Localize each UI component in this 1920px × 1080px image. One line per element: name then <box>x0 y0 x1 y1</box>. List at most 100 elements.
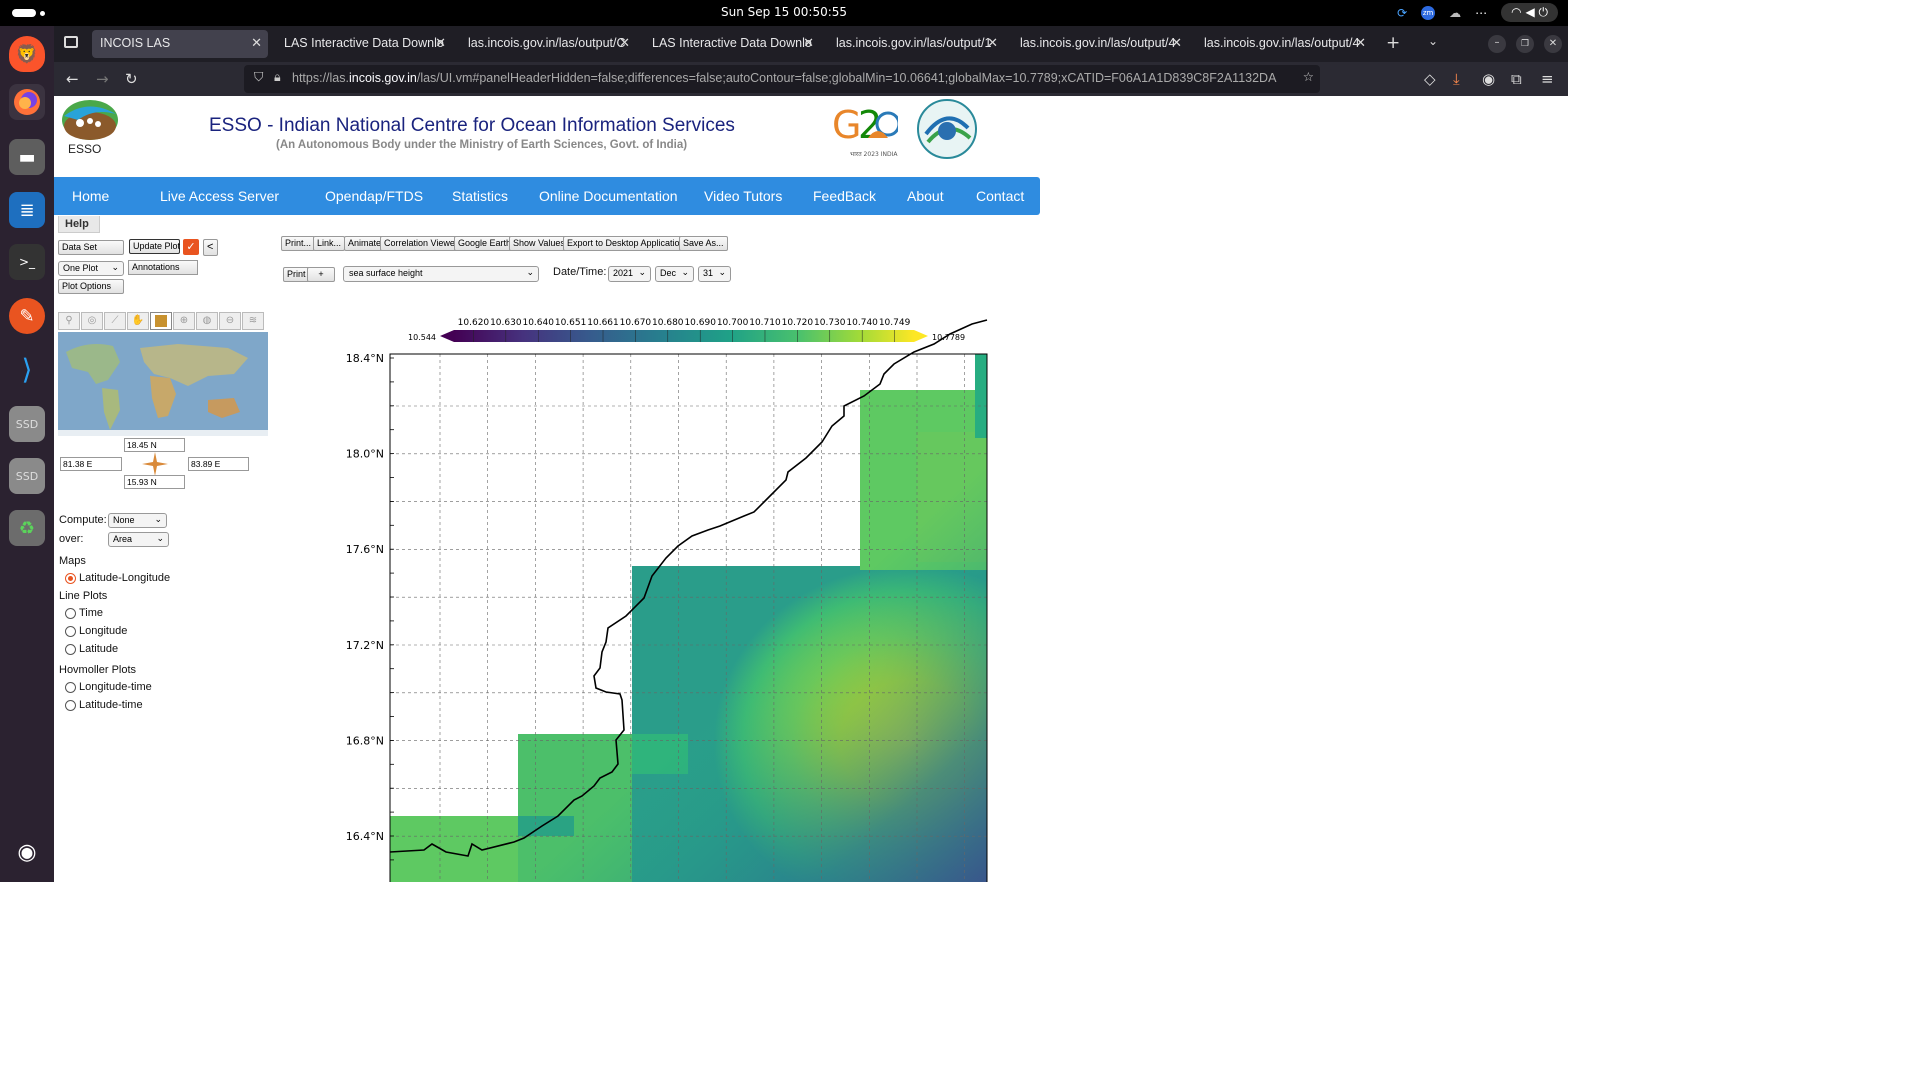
save-as-button[interactable]: Save As... <box>679 236 728 251</box>
variable-select[interactable]: sea surface height ⌄ <box>343 266 539 282</box>
data-set-button[interactable]: Data Set <box>58 240 124 255</box>
plot-count-select[interactable]: One Plot ⌄ <box>58 261 124 276</box>
close-tab-icon[interactable]: ✕ <box>803 35 814 51</box>
south-latitude-field[interactable]: 15.93 N <box>124 475 185 489</box>
reload-icon[interactable]: ↻ <box>125 70 138 88</box>
pin-tool-icon[interactable]: ⚲ <box>58 312 80 330</box>
browser-tab[interactable]: LAS Interactive Data Downlo ✕ <box>644 30 820 58</box>
new-tab-icon[interactable]: + <box>1386 33 1400 53</box>
day-select[interactable]: 31 ⌄ <box>698 266 731 282</box>
sea-surface-height-plot[interactable]: 10.620 10.630 10.640 10.651 10.661 10.670 10.6… <box>274 312 994 882</box>
close-tab-icon[interactable]: ✕ <box>435 35 446 51</box>
browser-tab[interactable]: las.incois.gov.in/las/output/C ✕ <box>460 30 636 58</box>
system-clock[interactable]: Sun Sep 15 00:50:55 <box>0 5 1568 19</box>
menu-contact[interactable]: Contact <box>976 188 1024 204</box>
pocket-icon[interactable]: ◇ <box>1424 70 1436 88</box>
browser-tab[interactable]: las.incois.gov.in/las/output/4 ✕ <box>1196 30 1372 58</box>
pen-tool-icon[interactable]: ✎ <box>9 298 45 334</box>
add-panel-button[interactable]: + <box>307 267 335 282</box>
box-select-tool-icon[interactable] <box>150 312 172 330</box>
west-longitude-field[interactable]: 81.38 E <box>60 457 122 471</box>
radio-latitude[interactable] <box>65 644 76 655</box>
url-bar[interactable]: ⛉ 🔒︎ https://las.incois.gov.in/las/UI.vm… <box>244 65 1320 93</box>
zoom-in-tool-icon[interactable]: ⊕ <box>173 312 195 330</box>
radio-time[interactable] <box>65 608 76 619</box>
back-icon[interactable]: ← <box>66 70 79 88</box>
radio-latitude-longitude[interactable] <box>65 573 76 584</box>
terminal-icon[interactable]: >_ <box>9 244 45 280</box>
close-tab-icon[interactable]: ✕ <box>987 35 998 51</box>
zoom-out-tool-icon[interactable]: ⊖ <box>219 312 241 330</box>
status-pill[interactable]: ◠ ◀ ⏻ <box>1501 3 1558 22</box>
over-select[interactable]: Area ⌄ <box>108 532 169 547</box>
north-latitude-field[interactable]: 18.45 N <box>124 438 185 452</box>
cloud-icon[interactable]: ☁ <box>1449 6 1461 20</box>
minimize-icon[interactable]: – <box>1488 35 1506 53</box>
drive-ssd-icon[interactable]: SSD <box>9 406 45 442</box>
radio-label[interactable]: Latitude-time <box>79 699 143 711</box>
browser-tab[interactable]: LAS Interactive Data Downlo ✕ <box>276 30 452 58</box>
app-menu-icon[interactable]: ≡ <box>1541 70 1554 88</box>
tab-list-icon[interactable]: ⌄ <box>1428 34 1438 48</box>
writer-icon[interactable]: ≣ <box>9 192 45 228</box>
auto-update-checkbox[interactable]: ✓ <box>183 239 199 255</box>
menu-opendap-ftds[interactable]: Opendap/FTDS <box>325 188 423 204</box>
menu-live-access-server[interactable]: Live Access Server <box>160 188 279 204</box>
files-icon[interactable]: ▬ <box>9 139 45 175</box>
browser-tab[interactable]: INCOIS LAS ✕ <box>92 30 268 58</box>
firefox-icon[interactable] <box>9 84 45 120</box>
lock-icon[interactable]: 🔒︎ <box>274 70 281 85</box>
bookmark-star-icon[interactable]: ☆ <box>1296 69 1314 84</box>
menu-about[interactable]: About <box>907 188 944 204</box>
month-select[interactable]: Dec ⌄ <box>655 266 694 282</box>
shield-icon[interactable]: ⛉ <box>254 70 263 85</box>
radio-longitude-time[interactable] <box>65 682 76 693</box>
link-button[interactable]: Link... <box>313 236 346 251</box>
browser-tab[interactable]: las.incois.gov.in/las/output/1 ✕ <box>828 30 1004 58</box>
maximize-icon[interactable]: ❐ <box>1516 35 1534 53</box>
radio-label[interactable]: Longitude-time <box>79 681 152 693</box>
tab-overview-icon[interactable] <box>64 36 78 48</box>
annotations-button[interactable]: Annotations <box>128 260 198 275</box>
vscode-icon[interactable]: ⟩ <box>9 351 45 387</box>
export-desktop-button[interactable]: Export to Desktop Application <box>563 236 689 251</box>
drive-ssd-icon[interactable]: SSD <box>9 458 45 494</box>
google-earth-button[interactable]: Google Earth <box>454 236 516 251</box>
plot-options-button[interactable]: Plot Options <box>58 279 124 294</box>
print-button[interactable]: Print <box>283 267 310 282</box>
print-menu-button[interactable]: Print... <box>281 236 316 251</box>
menu-video-tutors[interactable]: Video Tutors <box>704 188 782 204</box>
pan-tool-icon[interactable]: ✋ <box>127 312 149 330</box>
update-plot-button[interactable]: Update Plot <box>129 239 180 254</box>
menu-statistics[interactable]: Statistics <box>452 188 508 204</box>
globe-tool-icon[interactable]: ◍ <box>196 312 218 330</box>
line-tool-icon[interactable]: ⟋ <box>104 312 126 330</box>
radio-longitude[interactable] <box>65 626 76 637</box>
year-select[interactable]: 2021 ⌄ <box>608 266 651 282</box>
close-tab-icon[interactable]: ✕ <box>1355 35 1366 51</box>
rotate-tool-icon[interactable]: ◎ <box>81 312 103 330</box>
show-values-button[interactable]: Show Values <box>509 236 569 251</box>
menu-feedback[interactable]: FeedBack <box>813 188 876 204</box>
downloads-icon[interactable]: ⤓ <box>1453 70 1460 88</box>
account-icon[interactable]: ◉ <box>1482 70 1495 88</box>
refresh-icon[interactable]: ⟳ <box>1397 6 1407 20</box>
correlation-viewer-button[interactable]: Correlation Viewer <box>380 236 462 251</box>
forward-icon[interactable]: → <box>96 70 109 88</box>
animate-button[interactable]: Animate <box>344 236 386 251</box>
radio-latitude-time[interactable] <box>65 700 76 711</box>
show-apps-icon[interactable]: ◉ <box>9 834 45 870</box>
collapse-panel-button[interactable]: < <box>203 239 218 256</box>
region-selector-map[interactable] <box>58 332 268 436</box>
layers-tool-icon[interactable]: ≋ <box>242 312 264 330</box>
radio-label[interactable]: Longitude <box>79 625 127 637</box>
close-tab-icon[interactable]: ✕ <box>1171 35 1182 51</box>
menu-online-documentation[interactable]: Online Documentation <box>539 188 678 204</box>
close-window-icon[interactable]: ✕ <box>1544 35 1562 53</box>
overflow-icon[interactable]: ⋯ <box>1475 6 1487 20</box>
radio-label[interactable]: Latitude <box>79 643 118 655</box>
brave-icon[interactable]: 🦁 <box>9 36 45 72</box>
menu-home[interactable]: Home <box>72 188 109 204</box>
east-longitude-field[interactable]: 83.89 E <box>188 457 249 471</box>
close-tab-icon[interactable]: ✕ <box>251 35 262 51</box>
